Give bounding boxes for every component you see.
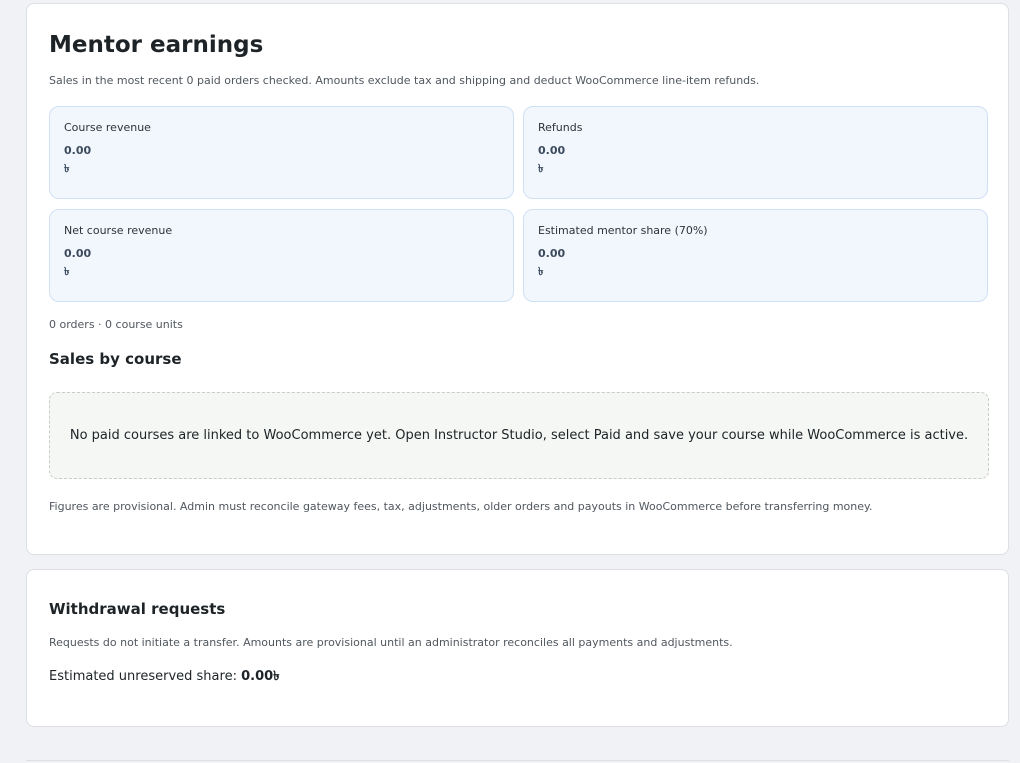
card-value: 0.00 xyxy=(538,144,566,157)
card-label: Net course revenue xyxy=(64,224,173,237)
card-value: 0.00 xyxy=(64,247,92,260)
estimate-value: 0.00৳ xyxy=(241,669,280,684)
orders-summary: 0 orders · 0 course units xyxy=(49,318,183,331)
estimate-label: Estimated unreserved share: xyxy=(49,669,242,684)
card-value: 0.00 xyxy=(538,247,566,260)
course-revenue-card: Course revenue 0.00 ৳ xyxy=(49,106,514,199)
empty-state-notice: No paid courses are linked to WooCommerc… xyxy=(49,392,989,479)
card-label: Estimated mentor share (70%) xyxy=(538,224,708,237)
earnings-intro-text: Sales in the most recent 0 paid orders c… xyxy=(49,74,760,87)
empty-state-message: No paid courses are linked to WooCommerc… xyxy=(69,427,969,443)
withdrawal-requests-panel: Withdrawal requests Requests do not init… xyxy=(26,569,1009,727)
estimated-unreserved-share: Estimated unreserved share: 0.00৳ xyxy=(49,668,280,686)
estimated-mentor-share-card: Estimated mentor share (70%) 0.00 ৳ xyxy=(523,209,988,302)
withdrawal-heading: Withdrawal requests xyxy=(49,600,226,618)
provisional-disclaimer: Figures are provisional. Admin must reco… xyxy=(49,500,873,513)
card-currency: ৳ xyxy=(64,162,70,175)
card-label: Course revenue xyxy=(64,121,151,134)
withdrawal-note: Requests do not initiate a transfer. Amo… xyxy=(49,636,733,649)
card-currency: ৳ xyxy=(64,265,70,278)
mentor-earnings-panel: Mentor earnings Sales in the most recent… xyxy=(26,3,1009,555)
bottom-divider xyxy=(26,760,1009,761)
page-title: Mentor earnings xyxy=(49,32,264,58)
net-course-revenue-card: Net course revenue 0.00 ৳ xyxy=(49,209,514,302)
card-currency: ৳ xyxy=(538,265,544,278)
sales-by-course-heading: Sales by course xyxy=(49,350,182,368)
card-label: Refunds xyxy=(538,121,583,134)
card-value: 0.00 xyxy=(64,144,92,157)
card-currency: ৳ xyxy=(538,162,544,175)
refunds-card: Refunds 0.00 ৳ xyxy=(523,106,988,199)
